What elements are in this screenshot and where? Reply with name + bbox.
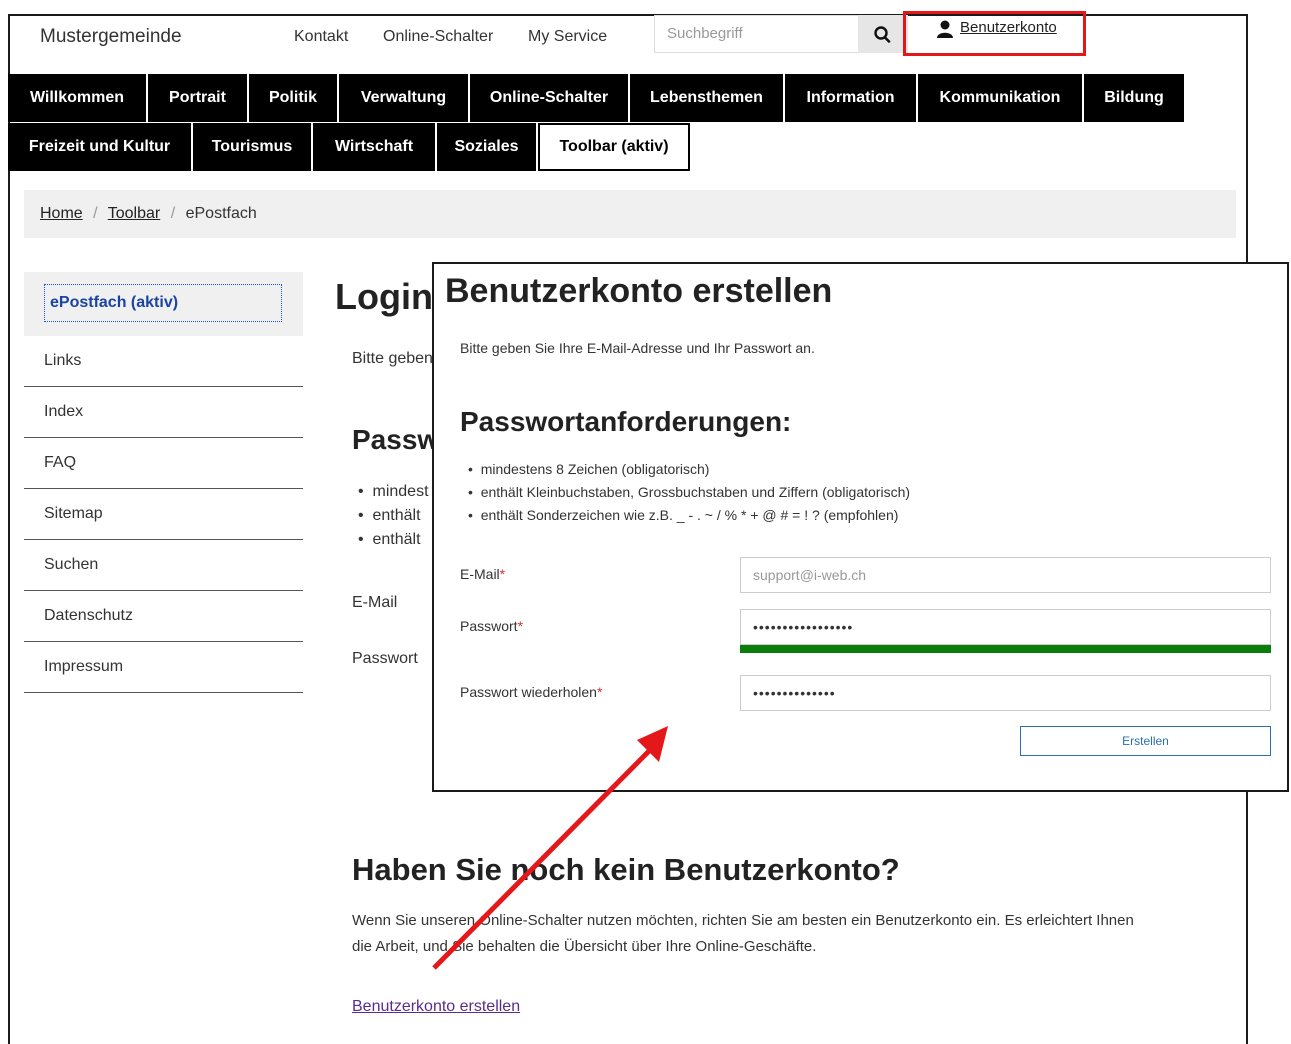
annotation-arrow-icon [432,726,668,970]
